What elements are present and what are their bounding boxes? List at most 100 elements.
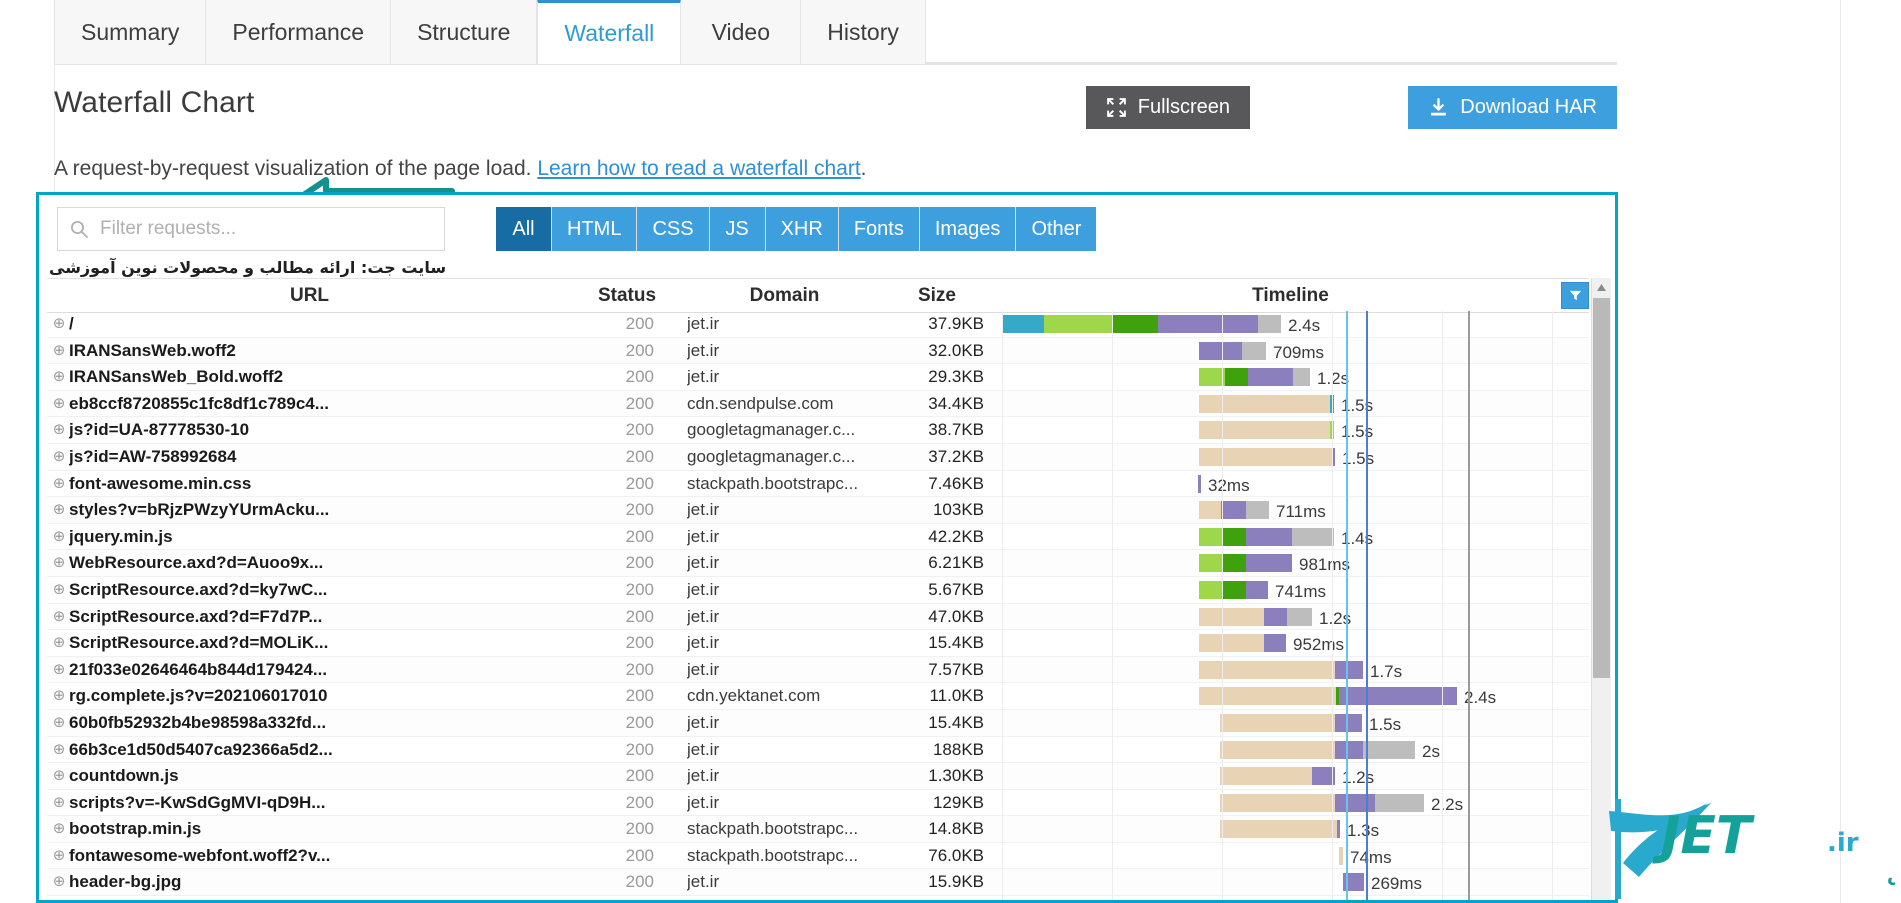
- row-expand-toggle[interactable]: ⊕: [51, 364, 67, 390]
- table-row[interactable]: ⊕ jquery.min.js 200 jet.ir 42.2KB 1.4s: [47, 524, 1589, 551]
- timeline-bar[interactable]: [1199, 687, 1457, 706]
- row-expand-toggle[interactable]: ⊕: [51, 391, 67, 417]
- column-header-size[interactable]: Size: [882, 279, 992, 312]
- row-expand-toggle[interactable]: ⊕: [51, 604, 67, 630]
- table-row[interactable]: ⊕ IRANSansWeb.woff2 200 jet.ir 32.0KB 709ms: [47, 337, 1589, 365]
- table-row[interactable]: ⊕ WebResource.axd?d=Auoo9x... 200 jet.ir 6.2…: [47, 550, 1589, 577]
- row-expand-toggle[interactable]: ⊕: [51, 577, 67, 603]
- type-filter-html[interactable]: HTML: [552, 207, 638, 251]
- timeline-bar[interactable]: [1199, 580, 1268, 599]
- timeline-filter-button[interactable]: [1561, 282, 1589, 309]
- timeline-bar[interactable]: [1199, 368, 1310, 387]
- row-expand-toggle[interactable]: ⊕: [51, 497, 67, 523]
- table-row[interactable]: ⊕ eb8ccf8720855c1fc8df1c789c4... 200 cdn.se…: [47, 390, 1589, 418]
- timeline-bar[interactable]: [1220, 820, 1340, 839]
- timeline-bar[interactable]: [1199, 447, 1335, 466]
- download-har-button[interactable]: Download HAR: [1408, 86, 1617, 129]
- row-expand-toggle[interactable]: ⊕: [51, 657, 67, 683]
- scroll-up-button[interactable]: [1592, 278, 1611, 297]
- tab-performance[interactable]: Performance: [206, 0, 392, 64]
- row-expand-toggle[interactable]: ⊕: [51, 896, 67, 900]
- row-expand-toggle[interactable]: ⊕: [51, 524, 67, 550]
- row-expand-toggle[interactable]: ⊕: [51, 471, 67, 497]
- row-expand-toggle[interactable]: ⊕: [51, 550, 67, 576]
- table-row[interactable]: ⊕ ScriptResource.axd?d=F7d7P... 200 jet.ir 4…: [47, 603, 1589, 631]
- table-row[interactable]: ⊕ fontawesome-webfont.woff2?v... 200 stackp…: [47, 843, 1589, 870]
- timeline-bar[interactable]: [1199, 634, 1286, 653]
- row-expand-toggle[interactable]: ⊕: [51, 790, 67, 816]
- table-row[interactable]: ⊕ rg.complete.js?v=202106017010 200 cdn.yek…: [47, 683, 1589, 710]
- tab-history[interactable]: History: [801, 0, 926, 64]
- timeline-segment-connect: [1199, 554, 1222, 573]
- row-expand-toggle[interactable]: ⊕: [51, 816, 67, 842]
- search-box[interactable]: [57, 207, 445, 251]
- table-row[interactable]: ⊕ styles?v=bRjzPWzyYUrmAcku... 200 jet.ir 10…: [47, 497, 1589, 524]
- tab-summary[interactable]: Summary: [54, 0, 207, 64]
- table-row[interactable]: ⊕ 66b3ce1d50d5407ca92366a5d2... 200 jet.ir 1…: [47, 737, 1589, 764]
- timeline-bar[interactable]: [1199, 394, 1334, 413]
- column-header-url[interactable]: URL: [47, 279, 572, 312]
- row-expand-toggle[interactable]: ⊕: [51, 417, 67, 443]
- column-header-timeline[interactable]: Timeline: [992, 279, 1589, 312]
- scrollbar-thumb[interactable]: [1593, 298, 1610, 678]
- tab-video[interactable]: Video: [681, 0, 802, 64]
- table-row[interactable]: ⊕ ScriptResource.axd?d=ky7wC... 200 jet.ir 5…: [47, 577, 1589, 604]
- table-row[interactable]: ⊕ header-bg.jpg 200 jet.ir 15.9KB 269ms: [47, 869, 1589, 897]
- table-row[interactable]: ⊕ 21f033e02646464b844d179424... 200 jet.ir 7…: [47, 656, 1589, 684]
- timeline-bar[interactable]: [1198, 474, 1201, 493]
- table-row[interactable]: ⊕ IRANSansWeb_Bold.woff2 200 jet.ir 29.3KB 1.…: [47, 364, 1589, 391]
- fullscreen-button[interactable]: Fullscreen: [1085, 86, 1250, 129]
- column-header-status[interactable]: Status: [572, 279, 682, 312]
- timeline-bar[interactable]: [1220, 713, 1362, 732]
- row-expand-toggle[interactable]: ⊕: [51, 869, 67, 895]
- type-filter-images[interactable]: Images: [919, 207, 1017, 251]
- tab-waterfall[interactable]: Waterfall: [537, 0, 682, 64]
- type-filter-fonts[interactable]: Fonts: [838, 207, 920, 251]
- type-filter-all[interactable]: All: [496, 207, 552, 251]
- table-row[interactable]: ⊕ js?id=AW-758992684 200 googletagmanager.c…: [47, 443, 1589, 471]
- type-filter-css[interactable]: CSS: [637, 207, 710, 251]
- row-expand-toggle[interactable]: ⊕: [51, 630, 67, 656]
- timeline-bar[interactable]: [1220, 767, 1335, 786]
- row-expand-toggle[interactable]: ⊕: [51, 763, 67, 789]
- timeline-bar[interactable]: [1199, 554, 1292, 573]
- timeline-bar[interactable]: [1199, 607, 1312, 626]
- table-row[interactable]: ⊕ bootstrap.min.js 200 stackpath.bootstrapc…: [47, 816, 1589, 843]
- type-filter-other[interactable]: Other: [1016, 207, 1097, 251]
- column-header-domain[interactable]: Domain: [687, 279, 882, 312]
- row-expand-toggle[interactable]: ⊕: [51, 338, 67, 364]
- timeline-bar[interactable]: [1339, 846, 1343, 865]
- table-row[interactable]: ⊕ countdown.js 200 jet.ir 1.30KB 1.2s: [47, 763, 1589, 790]
- timeline-duration-label: 1.3s: [1347, 821, 1380, 841]
- timeline-duration-label: 1.5s: [1341, 395, 1374, 415]
- waterfall-help-link[interactable]: Learn how to read a waterfall chart: [537, 157, 860, 180]
- timeline-bar[interactable]: [1199, 660, 1363, 679]
- timeline-bar[interactable]: [1343, 873, 1364, 892]
- table-row[interactable]: ⊕logo-header.png200 jet.ir10.9KB 262ms: [47, 896, 1589, 900]
- timeline-bar[interactable]: [1199, 341, 1266, 360]
- tab-structure[interactable]: Structure: [391, 0, 538, 64]
- search-input[interactable]: [98, 217, 433, 241]
- timeline-bar[interactable]: [1199, 527, 1334, 546]
- type-filter-js[interactable]: JS: [709, 207, 766, 251]
- timeline-bar[interactable]: [1220, 793, 1424, 812]
- vertical-scrollbar[interactable]: [1591, 278, 1611, 900]
- row-expand-toggle[interactable]: ⊕: [51, 444, 67, 470]
- table-row[interactable]: ⊕/ 200 jet.ir 37.9KB 2.4s: [47, 311, 1589, 338]
- timeline-bar[interactable]: [1220, 740, 1415, 759]
- timeline-bar[interactable]: [1199, 421, 1334, 440]
- row-size: 15.4KB: [928, 712, 984, 732]
- row-expand-toggle[interactable]: ⊕: [51, 737, 67, 763]
- timeline-bar[interactable]: [1199, 501, 1269, 520]
- type-filter-xhr[interactable]: XHR: [765, 207, 839, 251]
- row-expand-toggle[interactable]: ⊕: [51, 843, 67, 869]
- table-row[interactable]: ⊕ font-awesome.min.css 200 stackpath.bootst…: [47, 471, 1589, 498]
- table-row[interactable]: ⊕ 60b0fb52932b4be98598a332fd... 200 jet.ir 1…: [47, 709, 1589, 737]
- row-expand-toggle[interactable]: ⊕: [51, 710, 67, 736]
- row-expand-toggle[interactable]: ⊕: [51, 311, 67, 337]
- table-row[interactable]: ⊕ scripts?v=-KwSdGgMVI-qD9H... 200 jet.ir 12…: [47, 790, 1589, 817]
- row-expand-toggle[interactable]: ⊕: [51, 683, 67, 709]
- timeline-bar[interactable]: [1002, 315, 1281, 333]
- table-row[interactable]: ⊕ js?id=UA-87778530-10 200 googletagmanager…: [47, 417, 1589, 444]
- table-row[interactable]: ⊕ ScriptResource.axd?d=MOLiK... 200 jet.ir 1…: [47, 630, 1589, 657]
